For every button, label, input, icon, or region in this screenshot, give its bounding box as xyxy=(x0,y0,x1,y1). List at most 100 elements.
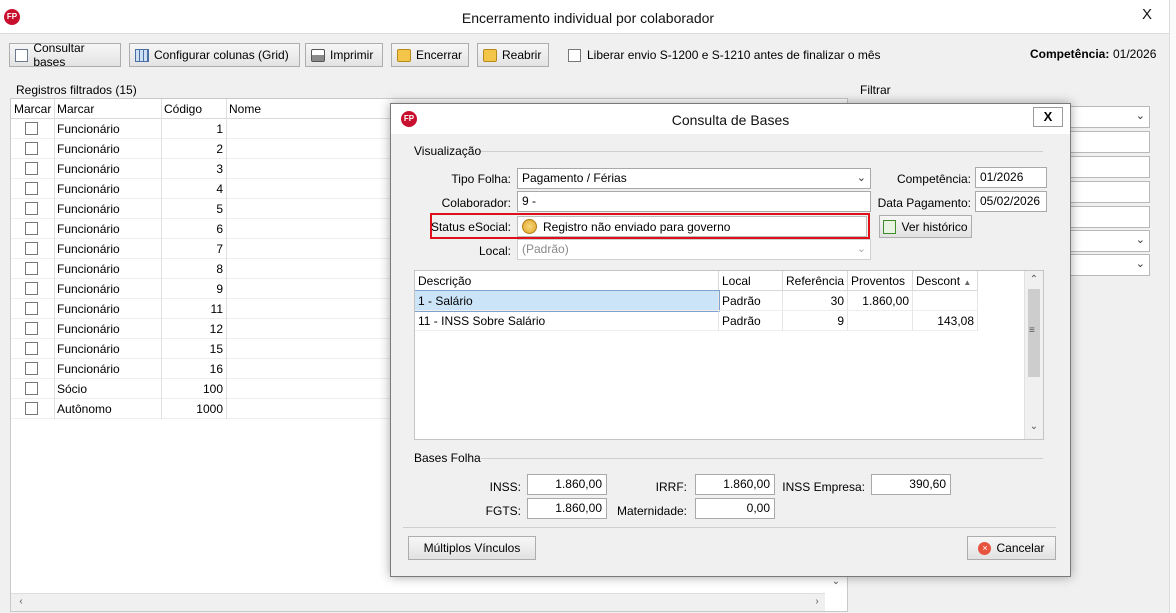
filter-select-2[interactable]: ⌄ xyxy=(1066,230,1150,252)
liberar-checkbox-box[interactable] xyxy=(568,48,581,62)
row-checkbox[interactable] xyxy=(25,322,38,335)
lock-icon xyxy=(397,48,411,62)
consultar-bases-button[interactable]: Consultar bases xyxy=(9,41,121,69)
filter-input-4[interactable] xyxy=(1066,206,1150,228)
chevron-down-icon: ⌄ xyxy=(856,172,866,184)
row-tipo: Autônomo xyxy=(57,402,112,416)
unlock-icon xyxy=(483,48,497,62)
col-local[interactable]: Local xyxy=(719,271,783,291)
col-referencia[interactable]: Referência xyxy=(783,271,848,291)
filter-input-1[interactable] xyxy=(1066,131,1150,153)
scroll-right-icon[interactable]: › xyxy=(809,596,825,607)
row-codigo: 16 xyxy=(209,362,223,376)
fgts-field[interactable]: 1.860,00 xyxy=(527,498,607,519)
reabrir-button[interactable]: Reabrir xyxy=(477,43,549,67)
local-select[interactable]: (Padrão) ⌄ xyxy=(517,239,871,260)
irrf-field[interactable]: 1.860,00 xyxy=(695,474,775,495)
bases-folha-title: Bases Folha xyxy=(414,451,481,465)
header-marcar[interactable]: Marcar xyxy=(14,102,51,116)
row-codigo: 4 xyxy=(216,182,223,196)
scroll-up-icon[interactable]: ⌃ xyxy=(1026,274,1042,285)
column-separator xyxy=(161,339,162,359)
column-separator xyxy=(161,119,162,139)
header-separator xyxy=(226,99,227,119)
imprimir-button[interactable]: Imprimir xyxy=(305,43,383,67)
row-codigo: 5 xyxy=(216,202,223,216)
header-nome[interactable]: Nome xyxy=(229,102,261,116)
row-checkbox[interactable] xyxy=(25,182,38,195)
row-tipo: Funcionário xyxy=(57,282,120,296)
header-separator xyxy=(161,99,162,119)
row-checkbox[interactable] xyxy=(25,122,38,135)
filter-input-3[interactable] xyxy=(1066,181,1150,203)
column-separator xyxy=(226,179,227,199)
history-icon xyxy=(883,219,897,234)
dialog-close-button[interactable]: X xyxy=(1033,107,1063,127)
window-close-icon[interactable]: X xyxy=(1142,6,1152,23)
filter-input-2[interactable] xyxy=(1066,156,1150,178)
row-checkbox[interactable] xyxy=(25,402,38,415)
row-checkbox[interactable] xyxy=(25,142,38,155)
header-tipo[interactable]: Marcar xyxy=(57,102,94,116)
maternidade-field[interactable]: 0,00 xyxy=(695,498,775,519)
row-tipo: Sócio xyxy=(57,382,88,396)
status-esocial-value: Registro não enviado para governo xyxy=(543,219,731,234)
col-descontos[interactable]: Descont ▲ xyxy=(913,271,978,291)
inss-empresa-field[interactable]: 390,60 xyxy=(871,474,951,495)
row-checkbox[interactable] xyxy=(25,222,38,235)
row-checkbox[interactable] xyxy=(25,302,38,315)
table-row[interactable]: 1 - Salário Padrão 30 1.860,00 xyxy=(415,290,978,312)
maternidade-label: Maternidade: xyxy=(616,504,687,518)
warning-globe-icon xyxy=(522,219,537,234)
column-separator xyxy=(161,179,162,199)
configurar-colunas-button[interactable]: Configurar colunas (Grid) xyxy=(129,43,300,67)
colaborador-field[interactable]: 9 - xyxy=(517,191,871,212)
cancelar-label: Cancelar xyxy=(996,541,1045,555)
row-tipo: Funcionário xyxy=(57,322,120,336)
row-checkbox[interactable] xyxy=(25,382,38,395)
row-tipo: Funcionário xyxy=(57,222,120,236)
column-separator xyxy=(226,279,227,299)
row-checkbox[interactable] xyxy=(25,342,38,355)
scroll-left-icon[interactable]: ‹ xyxy=(13,596,29,607)
row-checkbox[interactable] xyxy=(25,162,38,175)
scroll-down-icon[interactable]: ⌄ xyxy=(1026,421,1042,432)
row-tipo: Funcionário xyxy=(57,162,120,176)
tipo-folha-select[interactable]: Pagamento / Férias ⌄ xyxy=(517,168,871,189)
filter-select-1[interactable]: ⌄ xyxy=(1066,106,1150,128)
col-proventos[interactable]: Proventos xyxy=(848,271,913,291)
vertical-scrollbar[interactable]: ⌃ ≡ ⌄ xyxy=(1024,271,1043,439)
horizontal-scrollbar[interactable]: ‹ › xyxy=(11,593,825,611)
ver-historico-button[interactable]: Ver histórico xyxy=(879,215,972,238)
row-checkbox[interactable] xyxy=(25,362,38,375)
column-separator xyxy=(161,299,162,319)
column-separator xyxy=(54,399,55,419)
cancelar-button[interactable]: × Cancelar xyxy=(967,536,1056,560)
visualizacao-title: Visualização xyxy=(414,144,482,158)
scroll-thumb[interactable]: ≡ xyxy=(1028,289,1040,377)
multiplos-vinculos-button[interactable]: Múltiplos Vínculos xyxy=(408,536,536,560)
filtrar-title: Filtrar xyxy=(860,83,891,97)
column-separator xyxy=(226,359,227,379)
inss-field[interactable]: 1.860,00 xyxy=(527,474,607,495)
table-row[interactable]: 11 - INSS Sobre Salário Padrão 9 143,08 xyxy=(415,311,978,331)
row-tipo: Funcionário xyxy=(57,122,120,136)
col-descricao[interactable]: Descrição xyxy=(415,271,719,291)
data-pagamento-field[interactable]: 05/02/2026 xyxy=(975,191,1047,212)
imprimir-label: Imprimir xyxy=(330,48,374,62)
header-codigo[interactable]: Código xyxy=(164,102,202,116)
row-checkbox[interactable] xyxy=(25,262,38,275)
row-checkbox[interactable] xyxy=(25,282,38,295)
liberar-envio-checkbox[interactable]: Liberar envio S-1200 e S-1210 antes de f… xyxy=(568,48,881,62)
cell-referencia: 30 xyxy=(783,291,848,311)
cell-descricao: 11 - INSS Sobre Salário xyxy=(415,311,719,331)
row-checkbox[interactable] xyxy=(25,242,38,255)
column-separator xyxy=(226,159,227,179)
row-codigo: 1000 xyxy=(196,402,223,416)
modal-competencia-field[interactable]: 01/2026 xyxy=(975,167,1047,188)
chevron-down-icon: ⌄ xyxy=(1135,234,1145,246)
row-tipo: Funcionário xyxy=(57,262,120,276)
encerrar-button[interactable]: Encerrar xyxy=(391,43,469,67)
filter-select-3[interactable]: ⌄ xyxy=(1066,254,1150,276)
row-checkbox[interactable] xyxy=(25,202,38,215)
